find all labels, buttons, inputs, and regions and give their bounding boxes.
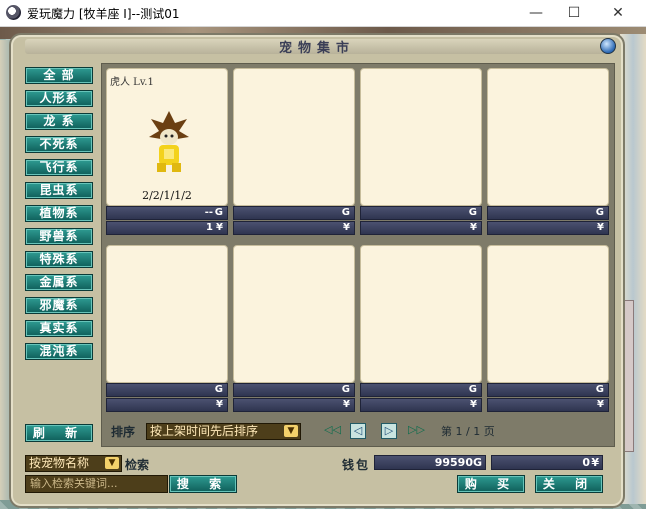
price-gold-bar: G	[360, 383, 482, 397]
price-gold-bar: G	[106, 383, 228, 397]
price-yuan-unit: ¥	[597, 399, 604, 410]
pet-slot[interactable]	[487, 245, 609, 383]
pet-sprite-icon	[149, 111, 189, 172]
pet-slot[interactable]	[360, 68, 482, 206]
next-page-icon[interactable]: ▷	[381, 423, 397, 439]
pet-grid: 虎人 Lv.1 2/2/1/1/2 -- G 1 ¥ G ¥ G ¥ G ¥ G ¥ G ¥ G ¥ G ¥	[101, 63, 615, 447]
price-gold-bar: G	[233, 206, 355, 220]
pet-slot[interactable]	[360, 245, 482, 383]
pet-slot[interactable]: 虎人 Lv.1 2/2/1/1/2	[106, 68, 228, 206]
category-button-0[interactable]: 全 部	[25, 67, 93, 84]
search-button[interactable]: 搜 索	[169, 475, 237, 493]
category-button-5[interactable]: 昆虫系	[25, 182, 93, 199]
price-gold-unit: G	[595, 384, 604, 395]
price-yuan-bar: ¥	[487, 221, 609, 235]
search-input[interactable]: 输入检索关键词...	[25, 475, 168, 493]
price-yuan-bar: ¥	[233, 398, 355, 412]
wallet-label: 钱包	[342, 458, 371, 472]
prev-page-icon[interactable]: ◁	[350, 423, 366, 439]
wallet-yuan-value: 0	[582, 456, 590, 469]
buy-button[interactable]: 购 买	[457, 475, 525, 493]
pet-name: 虎人 Lv.1	[110, 77, 154, 88]
chevron-down-icon: ▼	[105, 457, 119, 469]
minimize-button[interactable]: —	[516, 2, 556, 24]
price-gold-unit: G	[341, 384, 350, 395]
category-button-2[interactable]: 龙 系	[25, 113, 93, 130]
category-button-9[interactable]: 金属系	[25, 274, 93, 291]
category-button-8[interactable]: 特殊系	[25, 251, 93, 268]
price-gold-bar: -- G	[106, 206, 228, 220]
sort-label: 排序	[111, 425, 136, 439]
price-yuan-unit: ¥	[216, 399, 223, 410]
wallet-gold-value: 99590	[434, 456, 473, 469]
pet-slot[interactable]	[487, 68, 609, 206]
panel-title: 宠物集市	[278, 41, 355, 56]
price-yuan-bar: ¥	[106, 398, 228, 412]
window-title: 爱玩魔力 [牧羊座 I]--测试01	[27, 7, 180, 21]
category-button-3[interactable]: 不死系	[25, 136, 93, 153]
pet-stats: 2/2/1/1/2	[142, 189, 192, 202]
price-yuan-unit: ¥	[470, 399, 477, 410]
pet-slot[interactable]	[233, 245, 355, 383]
category-button-10[interactable]: 邪魔系	[25, 297, 93, 314]
first-page-icon[interactable]: ◁◁	[324, 423, 341, 437]
search-mode-value: 按宠物名称	[29, 456, 90, 470]
wallet-yuan: 0 ¥	[491, 455, 603, 470]
price-yuan-unit: ¥	[343, 222, 350, 233]
price-gold-unit: G	[468, 207, 477, 218]
price-gold-unit: G	[595, 207, 604, 218]
price-yuan-bar: 1 ¥	[106, 221, 228, 235]
price-gold-bar: G	[233, 383, 355, 397]
maximize-button[interactable]: ☐	[554, 2, 594, 24]
chevron-down-icon: ▼	[284, 425, 298, 437]
category-button-4[interactable]: 飞行系	[25, 159, 93, 176]
price-gold-value: --	[204, 207, 213, 218]
price-yuan-value: 1	[206, 222, 213, 233]
price-yuan-bar: ¥	[360, 398, 482, 412]
price-yuan-unit: ¥	[597, 222, 604, 233]
sort-select-value: 按上架时间先后排序	[150, 424, 259, 438]
wallet-yuan-unit: ¥	[591, 456, 599, 469]
price-gold-unit: G	[214, 384, 223, 395]
panel-orb-button[interactable]	[600, 38, 616, 54]
last-page-icon[interactable]: ▷▷	[408, 423, 425, 437]
price-yuan-bar: ¥	[360, 221, 482, 235]
price-yuan-bar: ¥	[487, 398, 609, 412]
price-yuan-bar: ¥	[233, 221, 355, 235]
wallet-gold-unit: G	[472, 456, 482, 469]
price-gold-unit: G	[214, 207, 223, 218]
category-button-11[interactable]: 真实系	[25, 320, 93, 337]
pet-slot[interactable]	[106, 245, 228, 383]
category-button-6[interactable]: 植物系	[25, 205, 93, 222]
price-yuan-unit: ¥	[470, 222, 477, 233]
price-yuan-unit: ¥	[216, 222, 223, 233]
search-label: 检索	[125, 458, 150, 472]
window-titlebar: 爱玩魔力 [牧羊座 I]--测试01 — ☐ ✕	[0, 0, 646, 27]
pet-slot[interactable]	[233, 68, 355, 206]
close-button[interactable]: 关 闭	[535, 475, 603, 493]
price-gold-bar: G	[487, 383, 609, 397]
pet-market-panel: 宠物集市 全 部人形系龙 系不死系飞行系昆虫系植物系野兽系特殊系金属系邪魔系真实…	[9, 33, 625, 508]
price-gold-bar: G	[487, 206, 609, 220]
search-mode-select[interactable]: 按宠物名称 ▼	[25, 455, 122, 472]
price-gold-unit: G	[341, 207, 350, 218]
price-gold-bar: G	[360, 206, 482, 220]
sort-select[interactable]: 按上架时间先后排序 ▼	[146, 423, 301, 440]
category-button-7[interactable]: 野兽系	[25, 228, 93, 245]
price-gold-unit: G	[468, 384, 477, 395]
close-window-button[interactable]: ✕	[598, 2, 638, 24]
category-button-12[interactable]: 混沌系	[25, 343, 93, 360]
wallet-gold: 99590 G	[374, 455, 486, 470]
refresh-button[interactable]: 刷 新	[25, 424, 93, 442]
page-indicator: 第 1 / 1 页	[441, 425, 495, 438]
price-yuan-unit: ¥	[343, 399, 350, 410]
category-button-1[interactable]: 人形系	[25, 90, 93, 107]
app-logo-icon	[6, 5, 21, 20]
